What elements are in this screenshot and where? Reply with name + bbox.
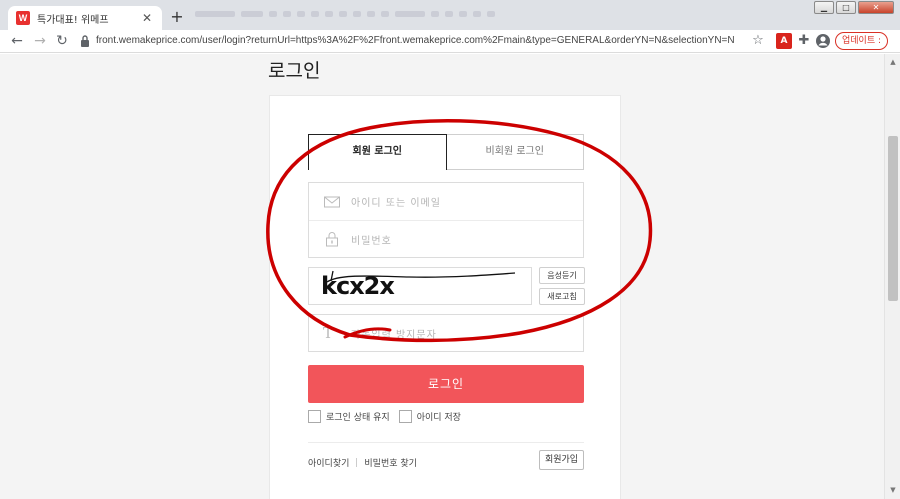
captcha-image: kcx2x [308,267,532,305]
maximize-icon[interactable]: □ [836,1,856,14]
scroll-down-icon[interactable]: ▼ [888,485,898,495]
login-card: 회원 로그인 비회원 로그인 아이디 또는 이메일 비밀번호 kcx2x 음성듣… [269,95,621,499]
browser-tab[interactable]: W 특가대표! 위메프 ✕ [8,6,162,30]
save-id-checkbox[interactable] [398,410,412,423]
scrollbar-thumb[interactable] [888,136,898,301]
tab-guest-login[interactable]: 비회원 로그인 [446,134,584,170]
save-id-label[interactable]: 아이디 저장 [417,410,461,423]
update-button[interactable]: 업데이트 : [835,32,889,50]
address-bar[interactable]: front.wemakeprice.com/user/login?returnU… [96,35,735,46]
password-placeholder: 비밀번호 [351,235,392,247]
id-field[interactable]: 아이디 또는 이메일 [309,183,583,220]
browser-tabstrip: W 특가대표! 위메프 ✕ + ▁ □ ✕ [0,0,900,30]
forward-arrow-icon[interactable]: → [31,32,49,50]
text-t-icon: T [323,324,334,342]
bookmark-star-icon[interactable]: ☆ [750,33,766,49]
lock-icon [81,35,89,47]
back-arrow-icon[interactable]: ← [8,32,26,50]
tab-close-icon[interactable]: ✕ [140,11,154,25]
window-close-icon[interactable]: ✕ [858,1,894,14]
page-title: 로그인 [268,60,321,82]
extensions-puzzle-icon[interactable]: ✚ [796,33,812,49]
find-password-link[interactable]: 비밀번호 찾기 [364,456,417,469]
id-placeholder: 아이디 또는 이메일 [351,198,441,209]
scroll-up-icon[interactable]: ▲ [888,57,898,67]
wemakeprice-favicon-icon: W [16,11,30,25]
find-id-link[interactable]: 아이디찾기 [308,456,349,469]
background-window-ghost [195,2,795,17]
divider [308,442,584,443]
window-controls: ▁ □ ✕ [814,1,894,14]
captcha-input-placeholder: 자동입력 방지문자 [351,329,437,341]
padlock-icon [326,232,338,247]
pdf-extension-icon[interactable]: A [776,33,792,49]
tab-member-login[interactable]: 회원 로그인 [308,134,447,170]
captcha-noise-line [326,270,516,283]
tab-title: 특가대표! 위메프 [37,14,109,26]
login-options: 로그인 상태 유지 아이디 저장 [308,410,470,423]
keep-login-checkbox[interactable] [308,410,321,423]
captcha-refresh-button[interactable]: 새로고침 [539,288,585,305]
page-viewport: 로그인 회원 로그인 비회원 로그인 아이디 또는 이메일 비밀번호 kcx2x… [0,54,884,499]
login-button[interactable]: 로그인 [308,365,584,403]
login-tabs: 회원 로그인 비회원 로그인 [308,134,584,170]
minimize-icon[interactable]: ▁ [814,1,834,14]
account-links: 아이디찾기 비밀번호 찾기 [308,456,417,469]
captcha-input[interactable]: T 자동입력 방지문자 [308,314,584,352]
new-tab-button[interactable]: + [168,8,186,26]
reload-icon[interactable]: ↻ [53,32,71,50]
signup-button[interactable]: 회원가입 [539,450,584,470]
link-separator [356,458,358,467]
envelope-icon [324,196,340,207]
captcha-audio-button[interactable]: 음성듣기 [539,267,585,284]
password-field[interactable]: 비밀번호 [309,220,583,257]
page-scrollbar[interactable]: ▲ ▼ [884,54,900,499]
browser-toolbar: ← → ↻ front.wemakeprice.com/user/login?r… [0,30,900,53]
credentials-group: 아이디 또는 이메일 비밀번호 [308,182,584,258]
keep-login-label[interactable]: 로그인 상태 유지 [326,410,390,423]
profile-avatar-icon[interactable] [815,33,831,49]
